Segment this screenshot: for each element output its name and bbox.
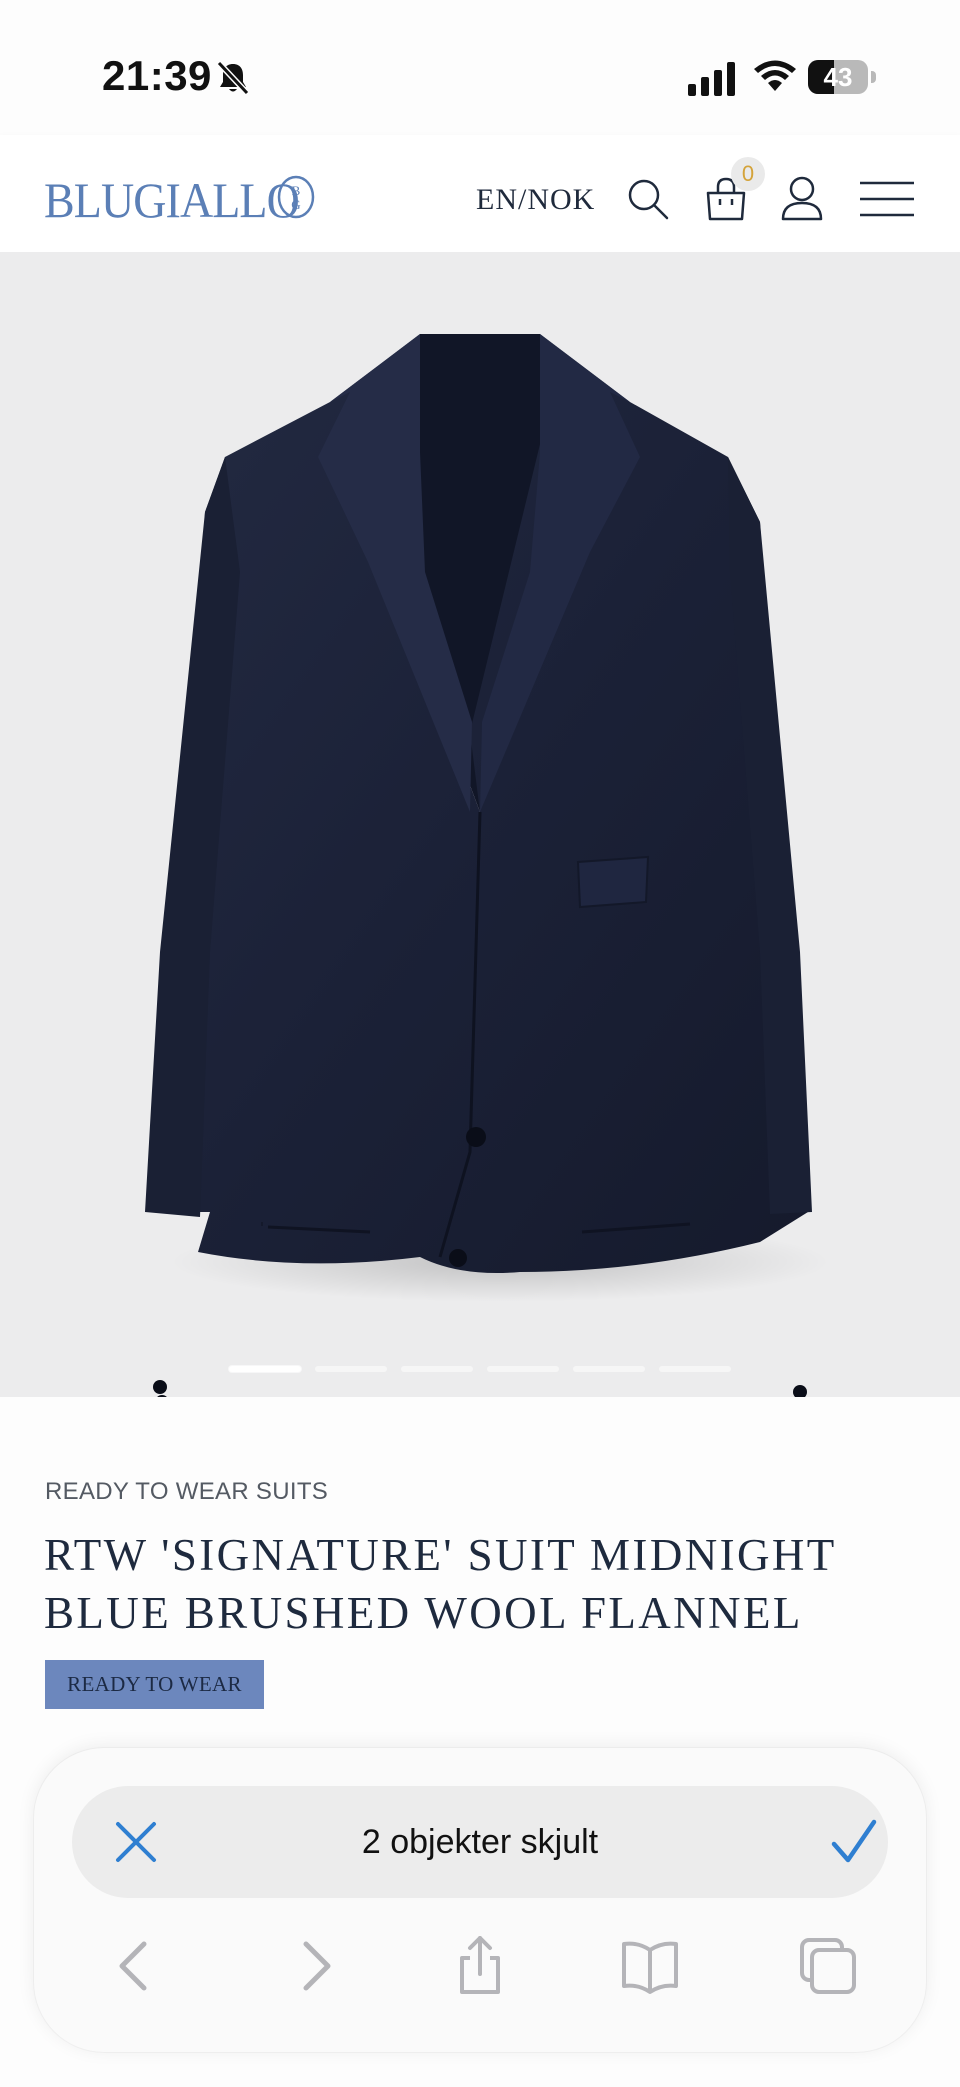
battery-icon: 43 <box>808 60 876 94</box>
status-bar: 21:39 43 <box>0 0 960 135</box>
back-chevron-icon[interactable] <box>106 1936 166 1996</box>
wifi-icon <box>754 60 796 91</box>
tabs-icon[interactable] <box>798 1936 858 1996</box>
status-time: 21:39 <box>102 52 212 99</box>
share-icon[interactable] <box>450 1936 510 1996</box>
search-icon[interactable] <box>626 177 670 221</box>
logo[interactable]: BLUGIALLO <box>44 171 300 229</box>
user-icon[interactable] <box>780 175 824 221</box>
product-category[interactable]: READY TO WEAR SUITS <box>45 1478 328 1506</box>
svg-text:B: B <box>292 183 301 198</box>
carousel-dot[interactable] <box>487 1366 559 1372</box>
checkmark-icon[interactable] <box>830 1818 878 1866</box>
close-icon[interactable] <box>114 1820 158 1864</box>
carousel-indicator <box>229 1366 731 1372</box>
forward-chevron-icon[interactable] <box>284 1936 344 1996</box>
cellular-signal-icon <box>688 62 735 96</box>
locale-switcher[interactable]: EN/NOK <box>476 183 595 217</box>
site-header: BLUGIALLO B G EN/NOK 0 <box>0 135 960 252</box>
carousel-dot[interactable] <box>659 1366 731 1372</box>
carousel-dot[interactable] <box>401 1366 473 1372</box>
carousel-dot[interactable] <box>229 1366 301 1372</box>
hidden-items-message: 2 objekter skjult <box>361 1823 599 1861</box>
product-image-carousel[interactable] <box>0 252 960 1397</box>
battery-level: 43 <box>823 62 853 92</box>
hamburger-menu-icon[interactable] <box>858 179 916 219</box>
product-tag: READY TO WEAR <box>45 1660 264 1709</box>
bell-slash-icon <box>216 60 250 96</box>
hidden-items-banner: 2 objekter skjult <box>72 1786 888 1898</box>
carousel-dot[interactable] <box>573 1366 645 1372</box>
bookmarks-icon[interactable] <box>620 1936 680 1996</box>
carousel-dot[interactable] <box>315 1366 387 1372</box>
browser-bottom-bar: 2 objekter skjult <box>34 1748 926 2052</box>
svg-text:G: G <box>291 197 300 212</box>
product-image-navy-blazer <box>145 334 830 1397</box>
product-title: RTW 'SIGNATURE' SUIT MIDNIGHT BLUE BRUSH… <box>44 1530 836 1638</box>
logo-monogram-icon[interactable]: B G <box>274 175 318 219</box>
cart-count-badge[interactable]: 0 <box>731 157 765 191</box>
